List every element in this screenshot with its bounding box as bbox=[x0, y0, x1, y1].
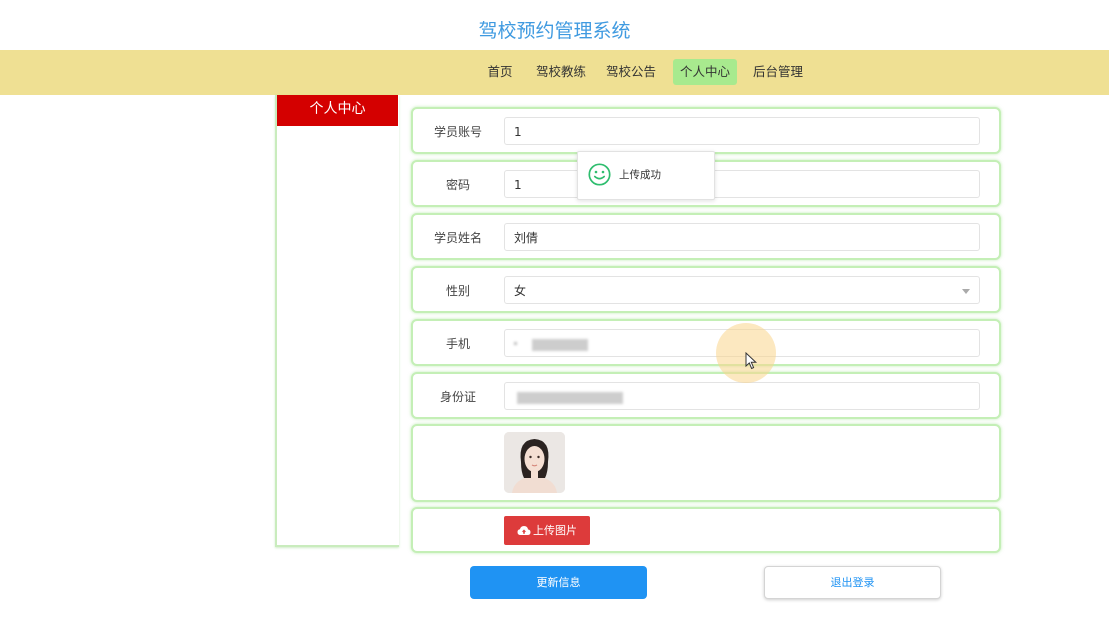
id-card-input[interactable] bbox=[504, 382, 980, 410]
avatar-row bbox=[411, 424, 1001, 502]
upload-success-toast: 上传成功 bbox=[577, 151, 715, 200]
nav-item-coaches[interactable]: 驾校教练 bbox=[532, 59, 590, 85]
phone-redaction bbox=[514, 342, 517, 345]
sidebar: 个人中心 bbox=[275, 95, 399, 547]
gender-value: 女 bbox=[514, 284, 527, 298]
name-row: 学员姓名 刘倩 bbox=[411, 213, 1001, 260]
sidebar-title[interactable]: 个人中心 bbox=[277, 95, 398, 126]
id-card-row: 身份证 bbox=[411, 372, 1001, 419]
toast-message: 上传成功 bbox=[619, 169, 661, 181]
phone-redaction bbox=[532, 339, 588, 351]
upload-image-label: 上传图片 bbox=[533, 524, 577, 537]
nav-item-personal-center[interactable]: 个人中心 bbox=[673, 59, 737, 85]
name-input[interactable]: 刘倩 bbox=[504, 223, 980, 251]
site-title: 驾校预约管理系统 bbox=[478, 20, 631, 42]
phone-label: 手机 bbox=[445, 337, 470, 351]
gender-label: 性别 bbox=[445, 284, 470, 298]
nav-bar: 首页 驾校教练 驾校公告 个人中心 后台管理 bbox=[0, 50, 1109, 95]
name-label: 学员姓名 bbox=[433, 231, 482, 245]
account-row: 学员账号 1 bbox=[411, 107, 1001, 154]
nav-item-announcements[interactable]: 驾校公告 bbox=[602, 59, 660, 85]
gender-select[interactable]: 女 bbox=[504, 276, 980, 304]
id-card-label: 身份证 bbox=[439, 390, 476, 404]
upload-row: 上传图片 bbox=[411, 507, 1001, 553]
gender-row: 性别 女 bbox=[411, 266, 1001, 313]
cloud-upload-icon bbox=[517, 526, 531, 535]
chevron-down-icon bbox=[962, 289, 970, 294]
id-card-redaction bbox=[517, 392, 623, 404]
password-label: 密码 bbox=[445, 178, 470, 192]
smile-icon bbox=[588, 163, 611, 186]
nav-item-admin[interactable]: 后台管理 bbox=[748, 59, 808, 85]
password-input[interactable]: 1 bbox=[504, 170, 980, 198]
avatar bbox=[504, 432, 565, 493]
update-info-button[interactable]: 更新信息 bbox=[470, 566, 647, 599]
phone-row: 手机 bbox=[411, 319, 1001, 366]
nav-item-home[interactable]: 首页 bbox=[479, 59, 521, 85]
mouse-pointer-icon bbox=[745, 352, 758, 370]
account-input[interactable]: 1 bbox=[504, 117, 980, 145]
account-label: 学员账号 bbox=[433, 125, 482, 139]
logout-button[interactable]: 退出登录 bbox=[764, 566, 941, 599]
upload-image-button[interactable]: 上传图片 bbox=[504, 516, 590, 545]
